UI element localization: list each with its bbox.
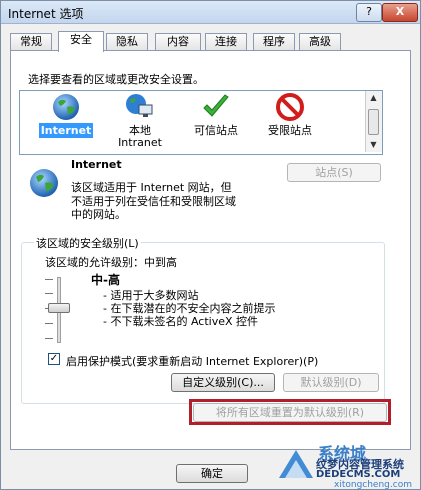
slider-tick xyxy=(45,323,53,324)
zone-restricted-label: 受限站点 xyxy=(268,124,312,137)
level-bullet-3: - 不下载未签名的 ActiveX 控件 xyxy=(103,315,259,328)
slider-tick xyxy=(45,279,53,280)
security-level-slider-thumb[interactable] xyxy=(48,303,70,313)
watermark-logo-icon xyxy=(279,450,313,478)
tab-programs[interactable]: 程序 xyxy=(253,33,295,51)
zone-internet-label: Internet xyxy=(38,123,94,138)
highlight-annotation-box xyxy=(189,399,391,425)
tab-advanced[interactable]: 高级 xyxy=(299,33,341,51)
zone-local-intranet[interactable]: 本地 Intranet xyxy=(112,92,168,152)
zone-list-scrollbar[interactable]: ▲ ▼ xyxy=(365,91,382,152)
watermark-logo: 系统城 纹梦内容管理系统 DEDECMS.COM xitongcheng.com xyxy=(276,440,420,490)
tab-security[interactable]: 安全 xyxy=(58,31,104,52)
zone-restricted-sites[interactable]: 受限站点 xyxy=(260,92,320,152)
watermark-text-4: xitongcheng.com xyxy=(334,480,412,490)
zone-trusted-sites[interactable]: 可信站点 xyxy=(186,92,246,152)
default-level-button[interactable]: 默认级别(D) xyxy=(283,373,379,392)
zone-local-label2: Intranet xyxy=(118,136,162,149)
close-button[interactable]: X xyxy=(382,3,418,22)
protected-mode-checkbox[interactable]: ✓ xyxy=(48,353,60,365)
scroll-thumb[interactable] xyxy=(368,109,379,135)
tab-general[interactable]: 常规 xyxy=(10,33,52,51)
slider-tick xyxy=(45,338,53,339)
scroll-down-arrow-icon[interactable]: ▼ xyxy=(366,138,381,152)
slider-tick xyxy=(45,293,53,294)
internet-options-window: Internet 选项 ? X 常规 安全 隐私 内容 连接 程序 高级 选择要… xyxy=(0,0,421,490)
globe-icon xyxy=(53,94,79,120)
tab-connections[interactable]: 连接 xyxy=(205,33,247,51)
window-title: Internet 选项 xyxy=(8,7,84,21)
checkmark-icon xyxy=(203,94,229,117)
help-button[interactable]: ? xyxy=(356,3,382,22)
tab-content[interactable]: 内容 xyxy=(155,33,201,51)
ok-button[interactable]: 确定 xyxy=(176,464,248,483)
zone-description-line3: 中的网站。 xyxy=(71,208,126,221)
zone-prompt: 选择要查看的区域或更改安全设置。 xyxy=(28,73,204,86)
custom-level-button[interactable]: 自定义级别(C)... xyxy=(171,373,275,392)
globe-icon xyxy=(30,169,58,197)
sites-button[interactable]: 站点(S) xyxy=(287,163,381,182)
zone-detail-title: Internet xyxy=(71,158,122,171)
watermark-text-3: DEDECMS.COM xyxy=(316,469,401,480)
title-bar: Internet 选项 ? X xyxy=(1,1,420,24)
zone-trusted-label: 可信站点 xyxy=(194,124,238,137)
scroll-up-arrow-icon[interactable]: ▲ xyxy=(366,91,381,105)
zone-list[interactable]: Internet 本地 Intranet 可信站点 受限站点 ▲ ▼ xyxy=(19,90,383,155)
local-intranet-icon xyxy=(126,94,153,117)
tab-privacy[interactable]: 隐私 xyxy=(106,33,148,51)
no-entry-icon xyxy=(276,93,304,121)
zone-internet[interactable]: Internet xyxy=(38,92,94,152)
security-level-group-label: 该区域的安全级别(L) xyxy=(34,235,141,251)
security-level-name: 中-高 xyxy=(91,273,120,287)
allowed-levels-text: 该区域的允许级别：中到高 xyxy=(45,256,177,269)
protected-mode-label: 启用保护模式(要求重新启动 Internet Explorer)(P) xyxy=(66,355,319,368)
